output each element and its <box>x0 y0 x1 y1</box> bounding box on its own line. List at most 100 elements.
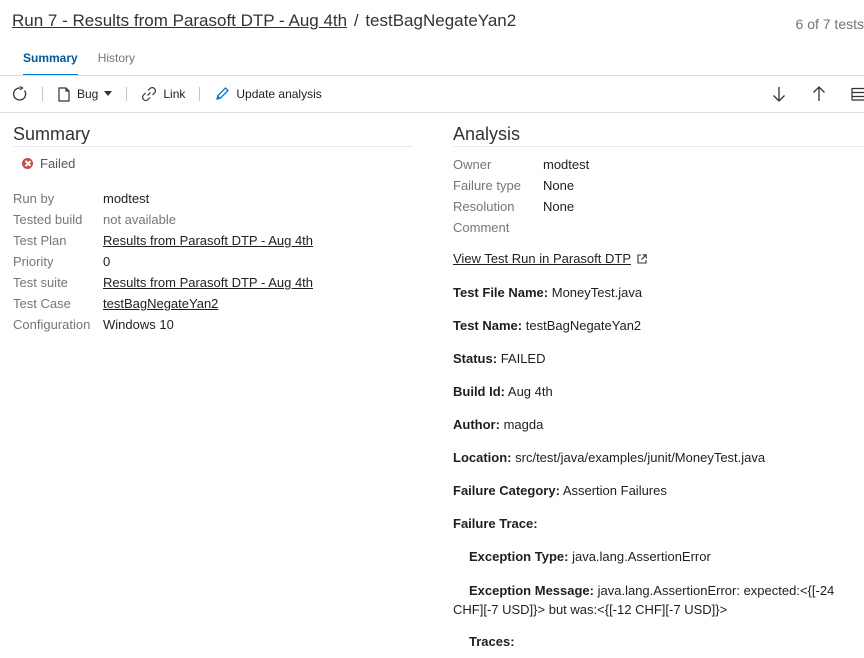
detail-value: MoneyTest.java <box>551 285 643 300</box>
link-label: Link <box>163 87 186 101</box>
arrow-down-icon[interactable] <box>772 86 786 105</box>
field-configuration: Configuration Windows 10 <box>13 314 313 335</box>
detail-value: src/test/java/examples/junit/MoneyTest.j… <box>515 450 766 465</box>
field-label: Test suite <box>13 275 68 290</box>
field-label: Configuration <box>13 317 91 332</box>
trace-exception-message: Exception Message: java.lang.AssertionEr… <box>453 581 858 619</box>
failure-type-value[interactable]: None <box>543 175 574 196</box>
detail-status: Status: FAILED <box>453 351 545 366</box>
analysis-heading-rule <box>453 146 864 147</box>
test-suite-link[interactable]: Results from Parasoft DTP - Aug 4th <box>103 272 313 293</box>
page-title: Run 7 - Results from Parasoft DTP - Aug … <box>12 11 516 31</box>
breadcrumb-separator: / <box>353 11 359 30</box>
test-case-link[interactable]: testBagNegateYan2 <box>103 293 218 314</box>
detail-label: Build Id: <box>453 384 505 399</box>
trace-exception-type: Exception Type: java.lang.AssertionError <box>469 549 711 564</box>
refresh-icon <box>12 86 28 102</box>
field-priority: Priority 0 <box>13 251 313 272</box>
detail-value: FAILED <box>500 351 546 366</box>
field-value: Windows 10 <box>103 317 174 332</box>
detail-label: Status: <box>453 351 498 366</box>
tab-bar: Summary History <box>23 51 135 76</box>
summary-heading-rule <box>13 146 413 147</box>
analysis-heading: Analysis <box>453 124 521 144</box>
detail-value: Aug 4th <box>507 384 553 399</box>
detail-label: Author: <box>453 417 500 432</box>
external-link-icon <box>637 253 647 264</box>
field-label: Priority <box>13 254 54 269</box>
summary-heading: Summary <box>13 124 91 144</box>
field-label: Tested build <box>13 212 83 227</box>
field-test-suite: Test suite Results from Parasoft DTP - A… <box>13 272 313 293</box>
update-analysis-label: Update analysis <box>236 87 322 101</box>
detail-label: Test Name: <box>453 318 523 333</box>
field-value: not available <box>103 212 176 227</box>
status-badge: Failed <box>22 156 75 171</box>
field-resolution: Resolution None <box>453 196 589 217</box>
run-breadcrumb-link[interactable]: Run 7 - Results from Parasoft DTP - Aug … <box>12 11 347 30</box>
field-run-by: Run by modtest <box>13 188 313 209</box>
detail-value: Assertion Failures <box>562 483 667 498</box>
status-text: Failed <box>40 156 76 171</box>
test-name-title: testBagNegateYan2 <box>365 11 517 30</box>
bug-label: Bug <box>77 87 99 101</box>
field-value: 0 <box>103 254 111 269</box>
toolbar-separator <box>42 87 43 101</box>
detail-label: Failure Category: <box>453 483 560 498</box>
trace-value: java.lang.AssertionError <box>572 549 711 564</box>
tab-summary[interactable]: Summary <box>23 51 78 76</box>
detail-failure-category: Failure Category: Assertion Failures <box>453 483 667 498</box>
detail-label: Failure Trace: <box>453 516 538 531</box>
test-counter: 6 of 7 tests <box>795 16 864 32</box>
detail-label: Location: <box>453 450 512 465</box>
toolbar-separator <box>126 87 128 101</box>
chevron-down-icon <box>104 91 113 97</box>
field-label: Test Plan <box>13 233 67 248</box>
view-test-run-label: View Test Run in Parasoft DTP <box>453 251 631 266</box>
failed-icon <box>22 158 33 169</box>
field-tested-build: Tested build not available <box>13 209 313 230</box>
trace-label: Exception Message: <box>469 583 594 598</box>
pencil-icon <box>214 86 230 102</box>
view-test-run-link[interactable]: View Test Run in Parasoft DTP <box>453 251 647 266</box>
field-failure-type: Failure type None <box>453 175 589 196</box>
arrow-up-icon[interactable] <box>812 86 826 105</box>
trace-label: Exception Type: <box>469 549 569 564</box>
field-label: Test Case <box>13 296 71 311</box>
update-analysis-button[interactable]: Update analysis <box>214 86 322 102</box>
field-test-plan: Test Plan Results from Parasoft DTP - Au… <box>13 230 313 251</box>
resolution-value[interactable]: None <box>543 196 574 217</box>
detail-author: Author: magda <box>453 417 543 432</box>
detail-test-name: Test Name: testBagNegateYan2 <box>453 318 641 333</box>
bug-button[interactable]: Bug <box>57 86 113 102</box>
owner-value[interactable]: modtest <box>543 154 589 175</box>
toolbar-divider <box>0 112 864 113</box>
detail-label: Test File Name: <box>453 285 549 300</box>
detail-location: Location: src/test/java/examples/junit/M… <box>453 450 765 465</box>
toolbar: Bug Link Update analysis <box>0 76 864 112</box>
field-label: Run by <box>13 191 55 206</box>
detail-value: testBagNegateYan2 <box>525 318 642 333</box>
detail-build-id: Build Id: Aug 4th <box>453 384 553 399</box>
detail-value: magda <box>503 417 544 432</box>
tab-history[interactable]: History <box>98 51 135 76</box>
link-button[interactable]: Link <box>141 86 185 102</box>
summary-fields: Run by modtest Tested build not availabl… <box>13 188 313 335</box>
detail-test-file-name: Test File Name: MoneyTest.java <box>453 285 642 300</box>
trace-label: Traces: <box>469 634 515 649</box>
analysis-fields: Owner modtest Failure type None Resoluti… <box>453 154 589 238</box>
test-plan-link[interactable]: Results from Parasoft DTP - Aug 4th <box>103 230 313 251</box>
field-label: Failure type <box>453 178 521 193</box>
bug-icon <box>57 86 71 102</box>
field-test-case: Test Case testBagNegateYan2 <box>13 293 313 314</box>
refresh-button[interactable] <box>12 86 28 102</box>
trace-traces: Traces: <box>469 634 515 649</box>
toolbar-separator <box>199 87 201 101</box>
field-value: modtest <box>103 191 150 206</box>
field-label: Owner <box>453 157 492 172</box>
detail-failure-trace: Failure Trace: <box>453 516 538 531</box>
field-label: Resolution <box>453 199 515 214</box>
list-icon[interactable] <box>851 87 864 104</box>
field-label: Comment <box>453 220 510 235</box>
link-icon <box>141 86 157 102</box>
